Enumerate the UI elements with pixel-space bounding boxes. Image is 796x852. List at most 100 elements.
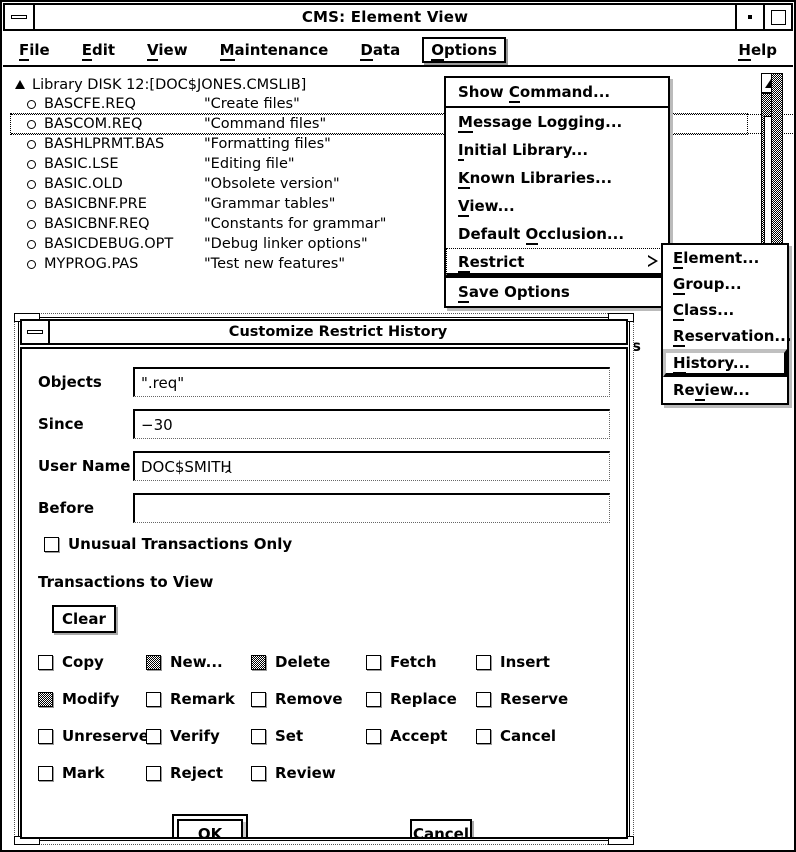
transaction-checkbox-row-review[interactable]: Review [251,764,366,782]
options-menu-item-initial-library[interactable]: Initial Library... [446,136,668,164]
checkbox-label: Insert [500,653,550,671]
menu-item-label: Show Command... [458,83,611,103]
restrict-submenu-item-reservation[interactable]: Reservation... [663,323,792,349]
checkbox-remark[interactable] [146,691,161,707]
checkbox-replace[interactable] [366,691,381,707]
checkbox-new[interactable] [146,654,161,670]
triangle-expander-icon[interactable] [15,80,25,89]
options-menu-item-save-options[interactable]: Save Options [446,276,668,306]
element-description: "Editing file" [204,156,295,172]
options-menu-item-message-logging[interactable]: Message Logging... [446,106,668,136]
element-description: "Command files" [204,116,327,132]
restrict-submenu-item-review[interactable]: Review... [663,377,787,403]
checkbox-verify[interactable] [146,728,161,744]
unusual-transactions-label: Unusual Transactions Only [68,535,293,553]
transaction-checkbox-row-reserve[interactable]: Reserve [476,690,610,708]
dialog-body: Objects ".req" Since −30 User Name DOC$SMITH ^… [20,347,628,839]
restrict-submenu-item-element[interactable]: Element... [663,245,787,271]
transaction-checkbox-row-remark[interactable]: Remark [146,690,251,708]
checkbox-modify[interactable] [38,691,53,707]
restrict-submenu-item-group[interactable]: Group... [663,271,787,297]
checkbox-label: Cancel [500,727,557,745]
checkbox-reserve[interactable] [476,691,491,707]
checkbox-label: Reject [170,764,224,782]
transaction-checkbox-row-new[interactable]: New... [146,653,251,671]
restrict-submenu-item-history[interactable]: History... [663,349,787,377]
transaction-checkbox-row-replace[interactable]: Replace [366,690,476,708]
dialog-title: Customize Restrict History [228,324,448,340]
field-label-objects: Objects [38,373,102,391]
window-menu-button[interactable] [5,5,35,29]
element-description: "Formatting files" [204,136,331,152]
unusual-transactions-checkbox-row[interactable]: Unusual Transactions Only [44,535,610,553]
checkbox-fetch[interactable] [366,654,381,670]
library-label: Library DISK 12:[DOC$JONES.CMSLIB] [32,76,307,93]
clear-button[interactable]: Clear [52,605,116,633]
checkbox-label: Mark [62,764,105,782]
checkbox-set[interactable] [251,728,266,744]
options-menu-item-restrict[interactable]: Restrict [446,248,668,276]
transaction-checkbox-row-cancel[interactable]: Cancel [476,727,610,745]
transactions-checkbox-grid: Copy New... Delete Fetch Insert Modify Remark R… [38,653,610,782]
objects-input[interactable]: ".req" [133,367,610,397]
maximize-button[interactable] [763,5,791,29]
checkbox-insert[interactable] [476,654,491,670]
cancel-button[interactable]: Cancel [410,819,472,837]
minimize-button[interactable] [735,5,763,29]
transaction-checkbox-row-mark[interactable]: Mark [38,764,146,782]
transaction-checkbox-row-reject[interactable]: Reject [146,764,251,782]
element-description: "Obsolete version" [204,176,340,192]
options-menu-item-show-command[interactable]: Show Command... [446,78,668,106]
checkbox-delete[interactable] [251,654,266,670]
transaction-checkbox-row-set[interactable]: Set [251,727,366,745]
user-name-input[interactable]: DOC$SMITH ^ [133,451,610,481]
restrict-submenu-item-class[interactable]: Class... [663,297,787,323]
page-title: CMS: Element View [301,8,469,26]
dialog-window-menu-button[interactable] [22,321,50,343]
transaction-checkbox-row-verify[interactable]: Verify [146,727,251,745]
checkbox-accept[interactable] [366,728,381,744]
transaction-checkbox-row-copy[interactable]: Copy [38,653,146,671]
transaction-checkbox-row-modify[interactable]: Modify [38,690,146,708]
checkbox-reject[interactable] [146,765,161,781]
menu-maintenance[interactable]: Maintenance [211,38,338,62]
since-input[interactable]: −30 [133,409,610,439]
transaction-checkbox-row-accept[interactable]: Accept [366,727,476,745]
checkbox-remove[interactable] [251,691,266,707]
menu-file[interactable]: File [10,38,59,62]
menu-options[interactable]: Options [422,37,506,63]
field-list: Objects ".req" Since −30 User Name DOC$SMITH ^… [38,367,610,523]
menu-help[interactable]: Help [729,38,786,62]
transaction-checkbox-row-remove[interactable]: Remove [251,690,366,708]
checkbox-label: Accept [390,727,448,745]
options-menu-item-known-libraries[interactable]: Known Libraries... [446,164,668,192]
checkbox-review[interactable] [251,765,266,781]
element-name: BASIC.LSE [44,156,119,172]
menu-view[interactable]: View [138,38,197,62]
checkbox-label: Reserve [500,690,569,708]
menu-edit[interactable]: Edit [73,38,124,62]
ok-button[interactable]: OK [172,814,248,837]
element-bullet-icon [27,99,36,109]
checkbox-cancel[interactable] [476,728,491,744]
checkbox-label: Verify [170,727,220,745]
unusual-transactions-checkbox[interactable] [44,536,59,552]
before-input[interactable] [133,493,610,523]
element-bullet-icon [27,179,36,189]
window-menu-icon [27,330,43,334]
checkbox-copy[interactable] [38,654,53,670]
transaction-checkbox-row-delete[interactable]: Delete [251,653,366,671]
checkbox-unreserve[interactable] [38,728,53,744]
transaction-checkbox-row-fetch[interactable]: Fetch [366,653,476,671]
options-menu-item-default-occlusion[interactable]: Default Occlusion... [446,220,668,248]
field-row: Before [38,493,610,523]
checkbox-label: Set [275,727,304,745]
menu-data[interactable]: Data [351,38,409,62]
menu-item-label: Restrict [458,253,525,273]
transaction-checkbox-row-insert[interactable]: Insert [476,653,610,671]
transaction-checkbox-row-unreserve[interactable]: Unreserve [38,727,149,745]
titlebar: CMS: Element View [3,3,793,31]
customize-restrict-history-dialog: Customize Restrict History Objects ".req"… [14,313,634,845]
options-menu-item-view[interactable]: View... [446,192,668,220]
checkbox-mark[interactable] [38,765,53,781]
